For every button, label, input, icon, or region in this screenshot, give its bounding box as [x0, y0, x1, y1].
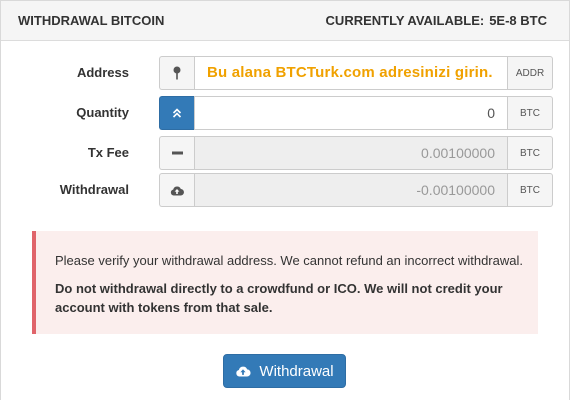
available-value: 5E-8 BTC [489, 13, 547, 28]
address-suffix: ADDR [508, 56, 553, 90]
fee-label: Tx Fee [87, 145, 129, 160]
panel-header: WITHDRAWAL BITCOIN CURRENTLY AVAILABLE: … [1, 1, 569, 41]
address-label: Address [76, 65, 129, 80]
quantity-label: Quantity [76, 105, 129, 120]
fee-field: 0.00100000 [194, 136, 508, 170]
fee-addon [159, 136, 194, 170]
warning-alert: Please verify your withdrawal address. W… [32, 231, 538, 334]
map-pin-icon [172, 66, 182, 80]
withdrawal-amount-row: Withdrawal -0.00100000 BTC [1, 173, 570, 207]
available-balance: CURRENTLY AVAILABLE: 5E-8 BTC [326, 13, 547, 28]
cloud-upload-icon [235, 365, 251, 377]
fee-row: Tx Fee 0.00100000 BTC [1, 136, 570, 170]
quantity-suffix: BTC [508, 96, 553, 130]
alert-verify-text: Please verify your withdrawal address. W… [55, 253, 523, 268]
chevron-double-up-icon [172, 108, 182, 118]
cloud-upload-icon [170, 185, 184, 196]
address-input[interactable]: Bu alana BTCTurk.com adresinizi girin. [194, 56, 508, 90]
withdrawal-label: Withdrawal [59, 182, 129, 197]
withdrawal-suffix: BTC [508, 173, 553, 207]
address-row: Address Bu alana BTCTurk.com adresinizi … [1, 56, 570, 90]
max-quantity-button[interactable] [159, 96, 194, 130]
withdrawal-panel: WITHDRAWAL BITCOIN CURRENTLY AVAILABLE: … [0, 0, 570, 400]
available-label: CURRENTLY AVAILABLE: [325, 13, 485, 28]
quantity-input[interactable]: 0 [194, 96, 508, 130]
fee-suffix: BTC [508, 136, 553, 170]
withdrawal-addon [159, 173, 194, 207]
panel-title: WITHDRAWAL BITCOIN [18, 13, 165, 28]
alert-ico-warning-text: Do not withdrawal directly to a crowdfun… [55, 281, 503, 315]
quantity-row: Quantity 0 BTC [1, 96, 570, 130]
withdrawal-submit-button[interactable]: Withdrawal [223, 354, 346, 388]
withdrawal-amount-field: -0.00100000 [194, 173, 508, 207]
minus-icon [171, 151, 183, 155]
address-addon [159, 56, 194, 90]
withdrawal-submit-label: Withdrawal [259, 362, 334, 380]
